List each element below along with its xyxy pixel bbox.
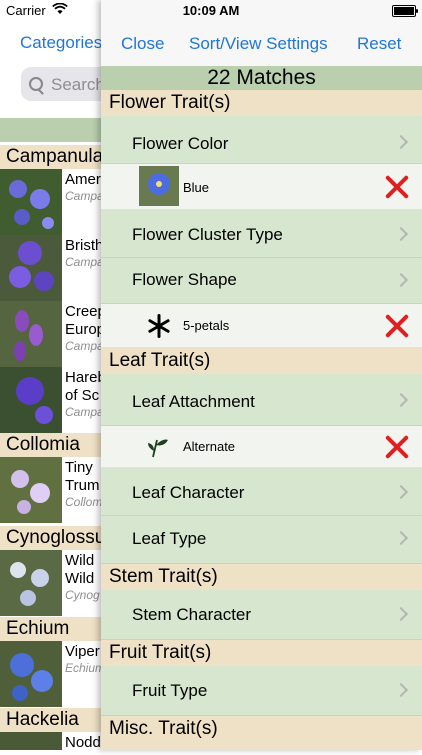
row-label: Flower Color	[132, 134, 229, 153]
plant-thumbnail	[0, 457, 62, 523]
plant-name-line2: of Sc	[65, 387, 100, 404]
list-item[interactable]: Nodd	[0, 732, 110, 751]
five-petal-star-icon	[145, 312, 173, 345]
battery-icon	[392, 5, 418, 17]
plant-name-line1: Viper	[65, 643, 100, 660]
plant-list-background: Categories Search Campanula Amer Campa B…	[0, 0, 121, 751]
remove-x-icon[interactable]	[382, 172, 412, 202]
section-stem-traits: Stem Trait(s)	[101, 564, 422, 590]
list-item[interactable]: Hareb of Sc Campa	[0, 367, 110, 433]
sheet-nav-bar: Close Sort/View Settings Reset	[101, 22, 422, 66]
plant-name-line1: Bristh	[65, 237, 104, 254]
plant-thumbnail	[0, 235, 62, 301]
selected-value-5-petals: 5-petals	[101, 304, 422, 348]
section-flower-traits: Flower Trait(s)	[101, 90, 422, 116]
plant-species: Echium	[65, 661, 106, 675]
remove-x-icon[interactable]	[382, 432, 412, 462]
plant-thumbnail	[0, 301, 62, 367]
remove-x-icon[interactable]	[382, 311, 412, 341]
close-button[interactable]: Close	[121, 34, 164, 54]
plant-thumbnail	[0, 169, 62, 235]
plant-thumbnail	[0, 641, 62, 707]
plant-name-line1: Hareb	[65, 369, 106, 386]
chevron-right-icon	[393, 272, 409, 288]
plant-species: Campa	[65, 339, 104, 353]
alternate-leaf-icon	[147, 436, 169, 463]
selected-value-blue: Blue	[101, 164, 422, 210]
blue-flower-thumbnail	[139, 166, 179, 206]
section-header: Hackelia	[0, 708, 110, 732]
row-fruit-type[interactable]: Fruit Type	[101, 666, 422, 716]
row-flower-color[interactable]: Flower Color	[101, 116, 422, 164]
section-misc-traits: Misc. Trait(s)	[101, 716, 422, 750]
search-placeholder: Search	[51, 75, 105, 94]
chevron-right-icon	[393, 606, 409, 622]
list-item[interactable]: Wild Wild Cynog	[0, 550, 110, 616]
plant-thumbnail	[0, 732, 62, 750]
categories-button[interactable]: Categories	[20, 33, 102, 53]
clock-label: 10:09 AM	[182, 3, 240, 18]
plant-species: Campa	[65, 405, 104, 419]
plant-name-line1: Nodd	[65, 734, 101, 751]
sort-view-settings-button[interactable]: Sort/View Settings	[189, 34, 328, 54]
list-item[interactable]: Amer Campa	[0, 169, 110, 235]
plant-species: Collom	[65, 495, 103, 509]
list-item[interactable]: Viper Echium	[0, 641, 110, 707]
plant-name-line1: Creep	[65, 303, 106, 320]
section-fruit-traits: Fruit Trait(s)	[101, 640, 422, 666]
plant-name-line2: Wild	[65, 570, 95, 587]
chevron-right-icon	[393, 134, 409, 150]
row-label: Stem Character	[132, 605, 252, 624]
reset-button[interactable]: Reset	[357, 34, 401, 54]
row-label: Leaf Attachment	[132, 392, 255, 411]
section-header: Echium	[0, 617, 110, 641]
selected-value-label: Alternate	[183, 439, 236, 454]
row-leaf-attachment[interactable]: Leaf Attachment	[101, 374, 422, 426]
section-header: Campanula	[0, 145, 110, 169]
plant-thumbnail	[0, 550, 62, 616]
plant-species: Campa	[65, 255, 104, 269]
list-item[interactable]: Creep Europ Campa	[0, 301, 110, 367]
search-icon	[29, 77, 43, 91]
row-flower-cluster-type[interactable]: Flower Cluster Type	[101, 210, 422, 258]
row-flower-shape[interactable]: Flower Shape	[101, 258, 422, 304]
search-criteria-sheet: Close Sort/View Settings Reset 22 Matche…	[101, 0, 422, 750]
plant-name-line2: Trum	[65, 477, 100, 494]
chevron-right-icon	[393, 530, 409, 546]
search-field[interactable]: Search	[21, 67, 111, 101]
plant-species: Cynog	[65, 588, 100, 602]
row-label: Leaf Character	[132, 483, 245, 502]
chevron-right-icon	[393, 484, 409, 500]
row-label: Flower Cluster Type	[132, 225, 283, 244]
row-label: Leaf Type	[132, 529, 207, 548]
matches-count: 22 Matches	[101, 66, 422, 90]
section-header: Collomia	[0, 433, 110, 457]
row-leaf-type[interactable]: Leaf Type	[101, 516, 422, 564]
status-bar: Carrier 10:09 AM	[0, 0, 422, 22]
chevron-right-icon	[393, 682, 409, 698]
plant-name-line2: Europ	[65, 321, 106, 338]
plant-name-line1: Tiny	[65, 459, 93, 476]
selected-value-label: 5-petals	[183, 318, 230, 333]
list-item[interactable]: Tiny Trum Collom	[0, 457, 110, 523]
row-label: Fruit Type	[132, 681, 208, 700]
selected-value-alternate: Alternate	[101, 426, 422, 468]
plant-species: Campa	[65, 189, 104, 203]
section-header: Cynoglossum	[0, 526, 121, 550]
row-stem-character[interactable]: Stem Character	[101, 590, 422, 640]
chevron-right-icon	[393, 392, 409, 408]
row-leaf-character[interactable]: Leaf Character	[101, 468, 422, 516]
plant-name-line1: Wild	[65, 552, 95, 569]
section-leaf-traits: Leaf Trait(s)	[101, 348, 422, 374]
chevron-right-icon	[393, 226, 409, 242]
list-item[interactable]: Bristh Campa	[0, 235, 110, 301]
plant-name-line1: Amer	[65, 171, 101, 188]
selected-value-label: Blue	[183, 180, 210, 195]
list-header-band	[0, 118, 110, 142]
plant-thumbnail	[0, 367, 62, 433]
row-label: Flower Shape	[132, 270, 237, 289]
